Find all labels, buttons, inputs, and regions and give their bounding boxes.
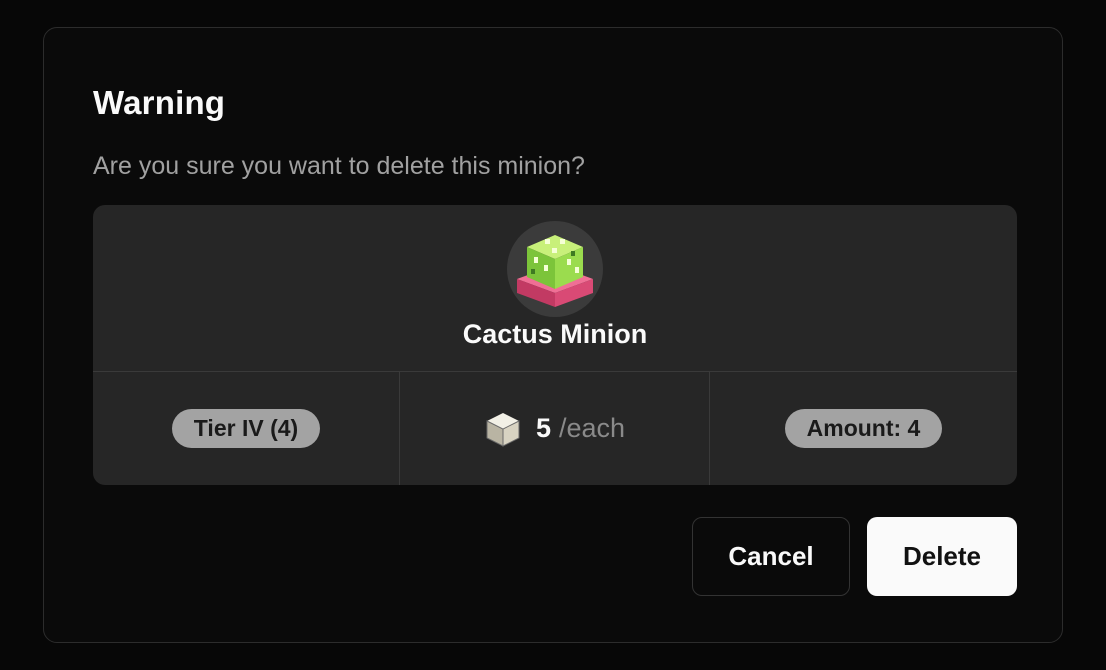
delete-minion-dialog: Warning Are you sure you want to delete … <box>43 27 1063 643</box>
cactus-minion-icon <box>507 221 603 317</box>
price-value: 5 <box>535 413 551 443</box>
block-icon <box>486 412 520 447</box>
tier-cell: Tier IV (4) <box>93 372 400 485</box>
amount-cell: Amount: 4 <box>710 372 1017 485</box>
tier-badge: Tier IV (4) <box>171 409 321 448</box>
delete-button[interactable]: Delete <box>867 517 1017 596</box>
price-display: 5 /each <box>484 410 625 448</box>
price-unit: /each <box>558 413 626 443</box>
dialog-title: Warning <box>93 84 226 121</box>
cancel-button[interactable]: Cancel <box>692 517 850 596</box>
dialog-description: Are you sure you want to delete this min… <box>93 152 585 180</box>
minion-card-header: Cactus Minion <box>93 205 1017 372</box>
minion-card: Cactus Minion Tier IV (4) 5 /each Amount… <box>93 205 1017 485</box>
price-cell: 5 /each <box>400 372 710 485</box>
amount-badge: Amount: 4 <box>784 409 943 448</box>
minion-name: Cactus Minion <box>462 319 648 349</box>
